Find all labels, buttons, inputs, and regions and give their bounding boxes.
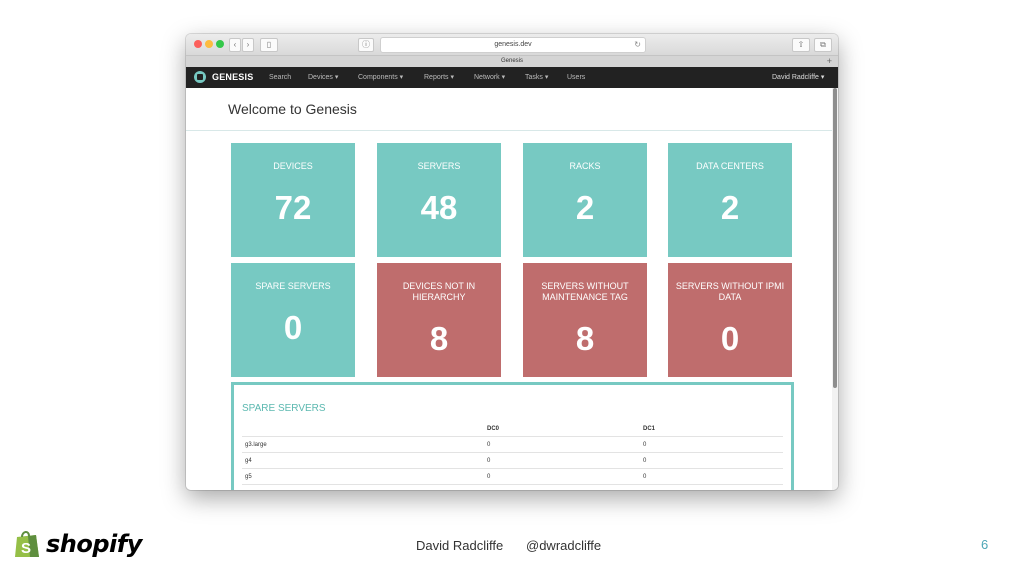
slide-number: 6 [981,537,989,552]
share-icon[interactable]: ⇧ [792,38,810,52]
tile-value: 72 [274,189,312,226]
shopify-wordmark: shopify [46,530,142,558]
tile-label: SERVERS WITHOUT IPMI DATA [675,281,785,302]
shopify-logo: S shopify [14,527,142,561]
svg-text:S: S [21,540,31,557]
tile-value: 48 [420,189,458,226]
tile-label: SERVERS WITHOUT MAINTENANCE TAG [541,281,629,302]
tile-racks[interactable]: RACKS 2 [523,143,647,257]
app-navbar: GENESIS Search Devices ▾ Components ▾ Re… [186,67,838,88]
panel-title: SPARE SERVERS [242,403,326,414]
tile-value: 0 [283,309,303,346]
column-header: DC0 [484,421,640,437]
tile-value: 8 [575,320,595,357]
nav-users[interactable]: Users [567,67,585,88]
table-header-row: DC0 DC1 [242,421,783,437]
spare-servers-panel: SPARE SERVERS DC0 DC1 g3.large 0 0 g4 0 … [231,382,794,490]
tile-servers-without-ipmi-data[interactable]: SERVERS WITHOUT IPMI DATA 0 [668,263,792,377]
table-row: g5 0 0 [242,468,783,485]
table-cell: 0 [484,436,640,453]
spare-servers-table: DC0 DC1 g3.large 0 0 g4 0 0 g5 0 0 [242,421,783,485]
forward-icon[interactable]: › [242,38,254,52]
nav-search[interactable]: Search [269,67,291,88]
info-icon[interactable]: ⓘ [358,38,374,52]
shopify-bag-icon: S [15,531,39,557]
tile-label: DEVICES [273,161,313,171]
sidebar-icon[interactable]: ▯ [260,38,278,52]
table-cell: 0 [484,452,640,469]
table-cell: g4 [242,452,484,469]
tile-servers-without-maintenance-tag[interactable]: SERVERS WITHOUT MAINTENANCE TAG 8 [523,263,647,377]
table-cell: 0 [640,468,783,485]
table-row: g4 0 0 [242,452,783,469]
brand-link[interactable]: GENESIS [212,67,253,88]
table-row: g3.large 0 0 [242,436,783,453]
window-zoom-icon[interactable] [216,40,224,48]
new-tab-button[interactable]: + [827,56,832,67]
tile-value: 8 [429,320,449,357]
table-cell: g5 [242,468,484,485]
tile-value: 0 [720,320,740,357]
browser-window: ‹ › ▯ ⓘ genesis.dev ↻ ⇧ ⧉ Genesis + GENE… [186,34,838,490]
page-header: Welcome to Genesis [186,88,832,131]
table-cell: 0 [484,468,640,485]
column-header: DC1 [640,421,783,437]
nav-network[interactable]: Network ▾ [474,67,505,88]
tile-value: 2 [720,189,740,226]
tile-data-centers[interactable]: DATA CENTERS 2 [668,143,792,257]
window-minimize-icon[interactable] [205,40,213,48]
tile-label: DATA CENTERS [696,161,764,171]
reload-icon[interactable]: ↻ [634,38,641,52]
page-content: Welcome to Genesis DEVICES 72 SERVERS 48… [186,88,832,490]
table-cell: 0 [640,436,783,453]
page-scrollbar[interactable] [832,88,838,490]
tile-devices-not-in-hierarchy[interactable]: DEVICES NOT IN HIERARCHY 8 [377,263,501,377]
page-title: Welcome to Genesis [228,101,357,117]
nav-components[interactable]: Components ▾ [358,67,403,88]
url-text: genesis.dev [494,41,532,48]
window-close-icon[interactable] [194,40,202,48]
genesis-logo-icon[interactable] [194,71,206,83]
column-header [242,421,484,437]
presenter-handle: @dwradcliffe [526,538,602,553]
nav-reports[interactable]: Reports ▾ [424,67,454,88]
tile-spare-servers[interactable]: SPARE SERVERS 0 [231,263,355,377]
tile-label: SERVERS [417,161,461,171]
nav-tasks[interactable]: Tasks ▾ [525,67,548,88]
tile-servers[interactable]: SERVERS 48 [377,143,501,257]
table-cell: 0 [640,452,783,469]
tile-value: 2 [575,189,595,226]
tile-label: DEVICES NOT IN HIERARCHY [402,281,476,302]
browser-toolbar: ‹ › ▯ ⓘ genesis.dev ↻ ⇧ ⧉ [186,34,838,56]
tile-label: SPARE SERVERS [255,281,331,291]
back-icon[interactable]: ‹ [229,38,241,52]
scrollbar-thumb[interactable] [833,88,837,388]
nav-user-menu[interactable]: David Radcliffe ▾ [772,67,824,88]
tabs-icon[interactable]: ⧉ [814,38,832,52]
table-cell: g3.large [242,436,484,453]
tile-label: RACKS [569,161,601,171]
nav-devices[interactable]: Devices ▾ [308,67,338,88]
tab-genesis[interactable]: Genesis [501,58,523,64]
tile-devices[interactable]: DEVICES 72 [231,143,355,257]
presenter-name: David Radcliffe [416,538,504,553]
address-bar[interactable]: genesis.dev ↻ [380,37,646,53]
